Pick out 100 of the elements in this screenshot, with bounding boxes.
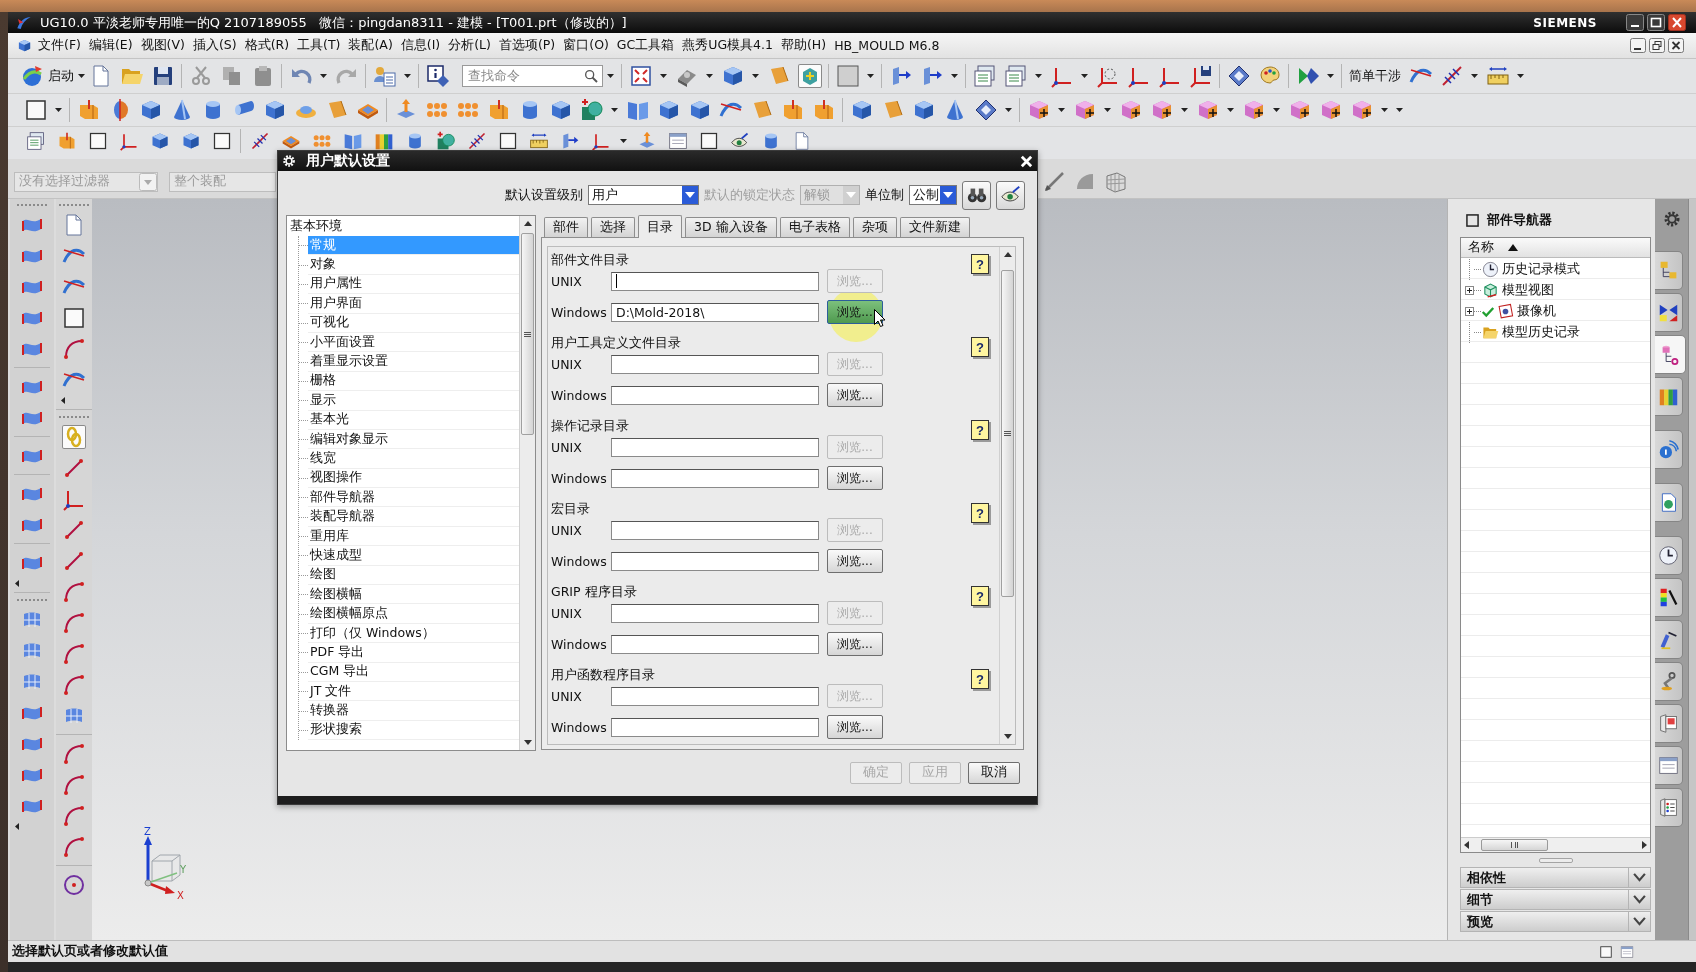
tree-item[interactable]: 模型历史记录 (1502, 324, 1580, 341)
tree-item[interactable]: PDF 导出 (308, 643, 519, 663)
browse-button[interactable]: 浏览... (827, 466, 883, 490)
tree-item[interactable]: 线宽 (308, 449, 519, 469)
resource-tab[interactable] (1655, 335, 1686, 374)
tree-item[interactable]: 绘图 (308, 565, 519, 586)
tab[interactable]: 杂项 (852, 217, 897, 237)
circle-plus-icon[interactable] (435, 131, 456, 151)
caret-icon[interactable] (1058, 108, 1065, 112)
caret-icon[interactable] (1517, 74, 1524, 78)
help-button[interactable]: ? (971, 503, 989, 523)
circle-icon[interactable] (62, 872, 86, 897)
arc-icon[interactable] (62, 772, 86, 797)
arc-icon[interactable] (62, 803, 86, 828)
menu-item[interactable]: 窗口(O) (563, 37, 609, 54)
path-field[interactable] (611, 354, 819, 374)
scroll-left-icon[interactable] (1464, 841, 1469, 849)
frame-icon[interactable] (23, 98, 48, 122)
tree-item[interactable]: 重用库 (308, 526, 519, 547)
browse-button[interactable]: 浏览... (827, 715, 883, 739)
section-header[interactable]: 预览 (1460, 911, 1651, 932)
menu-item[interactable]: GC工具箱 (616, 37, 675, 54)
help-button[interactable]: ? (971, 254, 989, 274)
scrollbar-thumb[interactable] (521, 233, 534, 435)
dialog-button[interactable]: 取消 (968, 761, 1020, 784)
layers-icon[interactable] (25, 131, 46, 151)
layers-icon[interactable] (972, 64, 997, 88)
frame-icon[interactable] (62, 305, 86, 330)
column-header[interactable]: 名称 (1461, 238, 1650, 258)
chain-link-icon[interactable] (62, 424, 86, 449)
tab[interactable]: 3D 输入设备 (685, 217, 777, 237)
menu-item[interactable]: 信息(I) (400, 37, 441, 54)
minimize-button[interactable] (1626, 14, 1644, 31)
path-field[interactable]: D:\Mold-2018\ (611, 302, 819, 322)
expand-arrow-icon[interactable] (15, 580, 19, 587)
tree-item[interactable]: 装配导航器 (308, 507, 519, 527)
scroll-up-icon[interactable] (523, 221, 532, 226)
tab[interactable]: 文件新建 (899, 217, 970, 237)
browse-button[interactable]: 浏览... (827, 300, 883, 324)
menu-item[interactable]: 格式(R) (244, 37, 290, 54)
expand-toggle-icon[interactable] (1465, 307, 1474, 316)
restore-button[interactable] (1649, 38, 1665, 53)
scroll-down-icon[interactable] (1003, 734, 1012, 739)
tab[interactable]: 部件 (544, 217, 588, 237)
scrollbar-track[interactable] (1461, 837, 1650, 852)
path-field[interactable] (611, 686, 819, 706)
arc-icon[interactable] (62, 741, 86, 766)
menu-item[interactable]: 帮助(H) (781, 37, 827, 54)
menu-item[interactable]: HB_MOULD M6.8 (834, 38, 940, 53)
tree-item[interactable]: 着重显示设置 (308, 352, 519, 372)
arc-icon[interactable] (62, 834, 86, 859)
cube-icon[interactable] (17, 38, 32, 53)
tree-item[interactable]: 小平面设置 (308, 332, 519, 353)
tree-item[interactable]: 视图操作 (308, 468, 519, 489)
menu-item[interactable]: 燕秀UG模具4.1 (682, 37, 773, 54)
tree-item[interactable]: 模型视图 (1502, 282, 1554, 299)
close-button[interactable] (1668, 38, 1684, 53)
tree-item[interactable]: 基本环境 (287, 216, 519, 236)
scrollbar-thumb[interactable] (1481, 839, 1548, 851)
path-field[interactable] (611, 437, 819, 457)
browse-button[interactable]: 浏览... (827, 383, 883, 407)
tree-item[interactable]: 显示 (308, 391, 519, 411)
menu-item[interactable]: 编辑(E) (88, 37, 133, 54)
tree-item[interactable]: 可视化 (308, 313, 519, 333)
sort-ascending-icon[interactable] (1508, 244, 1518, 251)
scroll-right-icon[interactable] (1642, 841, 1647, 849)
expand-arrow-icon[interactable] (15, 823, 19, 830)
maximize-button[interactable] (1647, 14, 1665, 31)
path-field[interactable] (611, 385, 819, 405)
tree-item[interactable]: 编辑对象显示 (308, 429, 519, 450)
close-button[interactable] (1668, 14, 1686, 31)
fit-view-icon[interactable] (628, 64, 653, 88)
tree-item[interactable]: 用户界面 (308, 294, 519, 314)
section-header[interactable]: 相依性 (1460, 867, 1651, 888)
scroll-up-icon[interactable] (1003, 252, 1012, 257)
search-field[interactable]: 查找命令 (462, 65, 603, 87)
resource-tab[interactable] (1655, 293, 1683, 332)
browse-button[interactable]: 浏览... (827, 549, 883, 573)
caret-icon[interactable] (1327, 74, 1334, 78)
diamond-icon[interactable] (973, 98, 998, 122)
tree-item[interactable]: 快速成型 (308, 546, 519, 566)
path-field[interactable] (611, 603, 819, 623)
caret-icon[interactable] (1396, 108, 1403, 112)
path-field[interactable] (611, 520, 819, 540)
tree-item[interactable]: 摄像机 (1517, 303, 1556, 320)
settings-icon[interactable] (1663, 210, 1681, 228)
tab[interactable]: 电子表格 (779, 217, 850, 237)
path-field[interactable] (611, 271, 819, 291)
menu-item[interactable]: 视图(V) (140, 37, 185, 54)
menu-item[interactable]: 文件(F) (38, 37, 81, 54)
find-button[interactable] (962, 180, 991, 210)
caret-icon[interactable] (320, 74, 327, 78)
hatched-line-icon[interactable] (249, 131, 270, 151)
interference-button[interactable]: 简单干涉 (1349, 67, 1401, 85)
tree-item[interactable]: 打印（仅 Windows） (308, 623, 519, 644)
frame-icon[interactable] (211, 131, 232, 151)
level-dropdown[interactable]: 用户 (588, 185, 699, 205)
tree-item[interactable]: JT 文件 (308, 682, 519, 702)
menu-item[interactable]: 首选项(P) (498, 37, 556, 54)
tree-item[interactable]: 绘图横幅原点 (308, 604, 519, 624)
